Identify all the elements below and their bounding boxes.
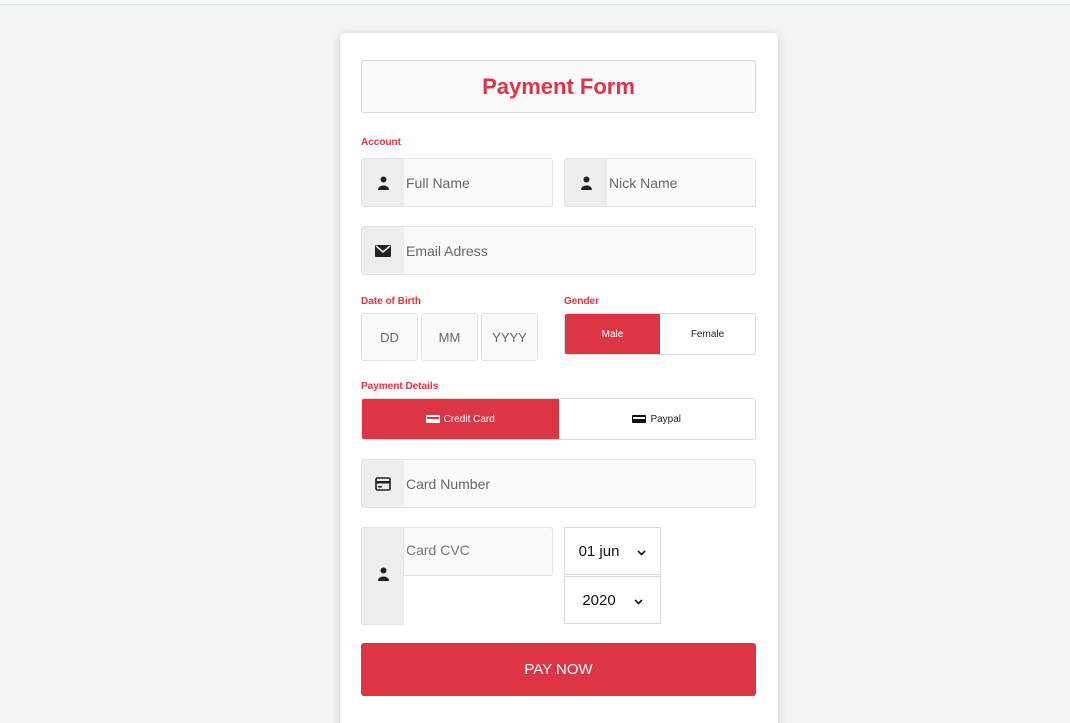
card-number-input[interactable] [404,460,755,507]
credit-card-icon [425,415,440,423]
account-label: Account [361,137,401,148]
dob-day-input[interactable] [362,329,417,345]
gender-male-option[interactable]: Male [565,314,660,354]
user-icon [565,159,607,206]
nick-name-input[interactable] [607,159,755,206]
card-cvc-input[interactable] [404,542,552,558]
dob-label: Date of Birth [361,296,421,307]
card-number-field [361,459,756,508]
email-field [361,226,756,275]
payment-method-toggle: Credit Card Paypal [361,398,756,440]
credit-card-label: Credit Card [443,413,495,425]
full-name-input[interactable] [404,159,552,206]
email-input[interactable] [404,227,755,274]
paypal-label: Paypal [650,413,682,425]
expiry-day-select[interactable]: 01 jun [564,527,661,575]
user-icon [362,159,404,206]
credit-card-icon [362,460,404,507]
gender-toggle: Male Female [564,313,756,355]
nick-name-field [564,158,756,207]
gender-label: Gender [564,296,600,307]
paypal-card-icon [632,415,647,423]
dob-year-input[interactable] [482,329,537,345]
dob-day-field [361,313,418,361]
dob-month-input[interactable] [422,329,477,345]
expiry-year-value: 2020 [582,591,616,609]
chevron-down-icon [637,543,647,560]
credit-card-option[interactable]: Credit Card [362,399,559,439]
payment-details-label: Payment Details [361,381,439,392]
user-icon [377,567,389,586]
pay-now-button[interactable]: PAY NOW [361,643,756,696]
payment-form-card: Payment Form Account Date of Birth Gende… [340,33,778,723]
expiry-year-select[interactable]: 2020 [564,576,661,624]
full-name-field [361,158,553,207]
expiry-day-value: 01 jun [578,542,620,560]
form-title: Payment Form [361,60,756,113]
paypal-option[interactable]: Paypal [559,399,756,439]
dob-year-field [481,313,538,361]
dob-month-field [421,313,478,361]
chevron-down-icon [634,592,643,609]
cvc-icon-box [361,527,404,625]
envelope-icon [362,227,404,274]
top-bar [0,0,1070,5]
card-cvc-field [403,527,553,576]
gender-female-option[interactable]: Female [660,314,755,354]
